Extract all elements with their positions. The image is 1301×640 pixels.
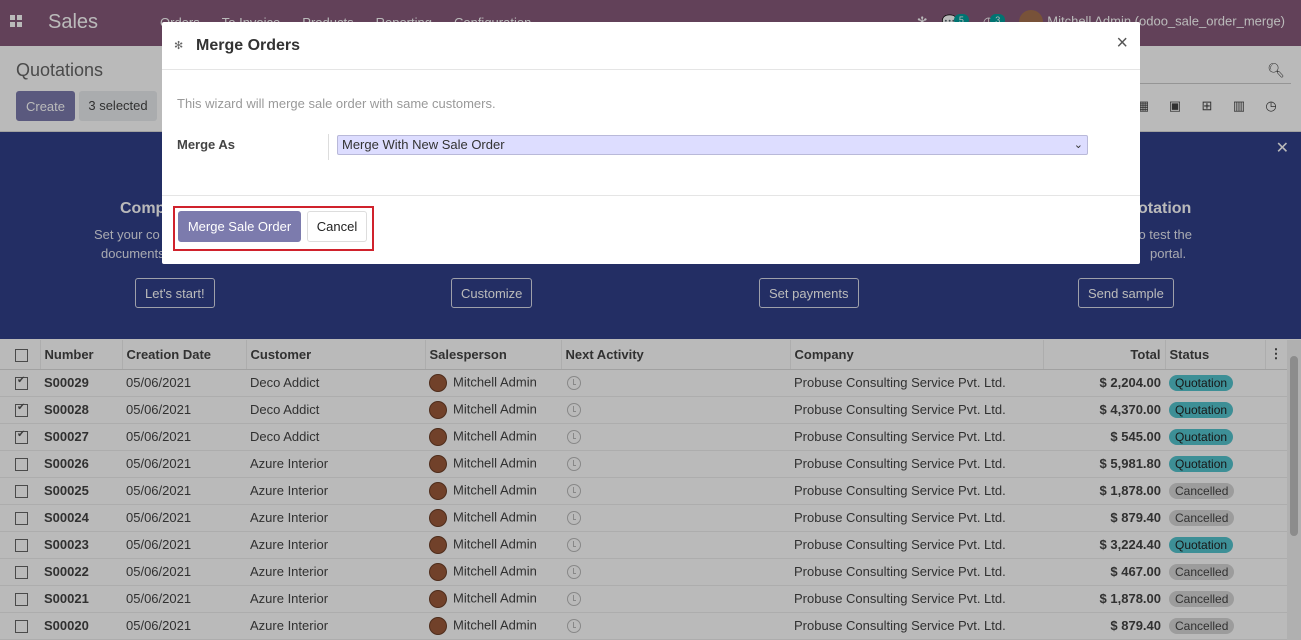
dialog-title: Merge Orders: [196, 37, 301, 54]
merge-as-label: Merge As: [177, 137, 236, 152]
merge-orders-dialog: ✻ Merge Orders × This wizard will merge …: [162, 22, 1140, 264]
merge-as-value: Merge With New Sale Order: [342, 137, 505, 152]
dialog-header: ✻ Merge Orders ×: [162, 22, 1140, 70]
dialog-body: This wizard will merge sale order with s…: [162, 70, 1140, 196]
debug-bug-icon[interactable]: ✻: [174, 39, 183, 52]
merge-sale-order-button[interactable]: Merge Sale Order: [178, 211, 301, 242]
dialog-footer: Merge Sale Order Cancel: [162, 196, 1140, 264]
merge-as-select[interactable]: Merge With New Sale Order ⌄: [337, 135, 1088, 155]
chevron-down-icon: ⌄: [1073, 139, 1083, 151]
cancel-button[interactable]: Cancel: [307, 211, 367, 242]
dialog-close-icon[interactable]: ×: [1116, 32, 1128, 55]
wizard-hint: This wizard will merge sale order with s…: [177, 96, 496, 111]
field-separator: [328, 134, 329, 160]
